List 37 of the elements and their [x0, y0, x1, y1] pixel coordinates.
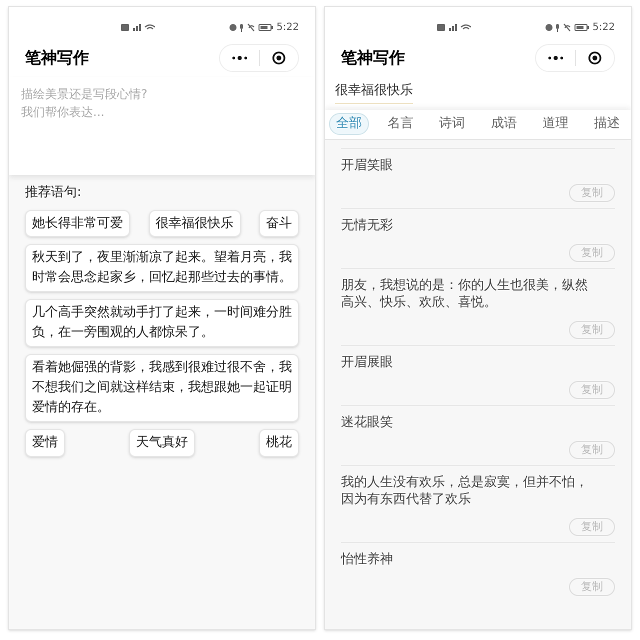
suggestion-card[interactable]: 看着她倔强的背影，我感到很难过很不舍，我不想我们之间就这样结束，我想跟她一起证明爱情的存在。 — [25, 354, 299, 422]
search-query[interactable]: 很幸福很快乐 — [335, 81, 413, 104]
more-icon[interactable] — [232, 55, 248, 61]
suggestion-card[interactable]: 秋天到了，夜里渐渐凉了起来。望着月亮，我时常会思念起家乡，回忆起那些过去的事情。 — [25, 244, 299, 292]
suggestion-chip[interactable]: 爱情 — [25, 429, 65, 456]
status-icons — [228, 22, 273, 32]
section-label: 推荐语句: — [25, 184, 82, 202]
result-text: 朋友，我想说的是：你的人生也很美，纵然高兴、快乐、欢欣、喜悦。 — [341, 276, 589, 310]
app-title: 笔神写作 — [25, 47, 89, 69]
signal-icon — [436, 22, 471, 32]
suggestion-chip[interactable]: 桃花 — [259, 429, 299, 456]
category-tab[interactable]: 道理 — [535, 113, 576, 135]
result-text: 开眉展眼 — [341, 354, 394, 370]
target-icon[interactable] — [588, 50, 602, 66]
input-field[interactable]: 描绘美景还是写段心情? 我们帮你表达... — [9, 77, 315, 175]
result-text: 我的人生没有欢乐，总是寂寞，但并不怕，因为有东西代替了欢乐 — [341, 474, 589, 508]
target-icon[interactable] — [272, 50, 286, 66]
status-time: 5:22 — [592, 20, 615, 34]
category-tab[interactable]: 成语 — [484, 113, 524, 135]
category-tab[interactable]: 全部 — [329, 113, 369, 135]
suggestion-card[interactable]: 几个高手突然就动手打了起来，一时间难分胜负，在一旁围观的人都惊呆了。 — [25, 299, 299, 347]
result-text: 迷花眼笑 — [341, 414, 394, 430]
result-text: 无情无彩 — [341, 216, 394, 234]
suggestion-chip[interactable]: 她长得非常可爱 — [25, 210, 130, 237]
more-icon[interactable] — [548, 55, 564, 61]
status-time: 5:22 — [276, 20, 299, 34]
suggestion-chip[interactable]: 奋斗 — [259, 210, 299, 237]
suggestion-chip[interactable]: 很幸福很快乐 — [148, 210, 240, 237]
category-tab[interactable]: 名言 — [380, 113, 421, 135]
app-title: 笔神写作 — [341, 47, 405, 69]
category-tab[interactable]: 诗词 — [432, 113, 472, 135]
result-text: 怡性养神 — [341, 550, 394, 568]
result-text: 开眉笑眼 — [341, 156, 394, 174]
category-tab[interactable]: 描述 — [586, 113, 627, 135]
suggestion-chip[interactable]: 天气真好 — [129, 429, 195, 456]
status-icons — [544, 22, 589, 32]
signal-icon — [120, 22, 155, 32]
